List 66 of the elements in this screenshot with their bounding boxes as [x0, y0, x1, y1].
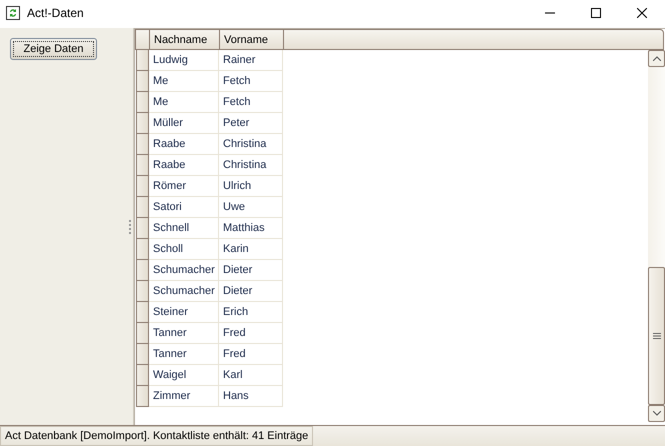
table-cell: Schumacher	[149, 260, 219, 281]
window-title: Act!-Daten	[27, 6, 85, 20]
scroll-down-button[interactable]	[648, 405, 665, 422]
table-cell: Ulrich	[219, 176, 283, 197]
row-header[interactable]	[136, 386, 149, 407]
row-header[interactable]	[136, 155, 149, 176]
row-header[interactable]	[136, 50, 149, 71]
row-header[interactable]	[136, 365, 149, 386]
table-cell: Tanner	[149, 344, 219, 365]
row-header[interactable]	[136, 176, 149, 197]
table-cell: Zimmer	[149, 386, 219, 407]
table-cell: Fetch	[219, 92, 283, 113]
table-cell: Me	[149, 92, 219, 113]
table-cell: Dieter	[219, 260, 283, 281]
table-cell: Rainer	[219, 50, 283, 71]
row-header[interactable]	[136, 260, 149, 281]
table-cell: Uwe	[219, 197, 283, 218]
table-cell: Peter	[219, 113, 283, 134]
table-cell: Tanner	[149, 323, 219, 344]
table-cell: Fred	[219, 323, 283, 344]
caret-up-icon	[652, 56, 660, 61]
table-cell: Schnell	[149, 218, 219, 239]
row-header[interactable]	[136, 71, 149, 92]
status-text: Act Datenbank [DemoImport]. Kontaktliste enthält: 41 Einträge	[0, 426, 314, 446]
table-cell: Hans	[219, 386, 283, 407]
maximize-icon	[591, 8, 601, 18]
table-cell: Raabe	[149, 134, 219, 155]
row-header[interactable]	[136, 197, 149, 218]
column-header[interactable]: Nachname	[150, 30, 220, 49]
table-cell: Karl	[219, 365, 283, 386]
column-header[interactable]: Vorname	[220, 30, 284, 49]
table-cell: Karin	[219, 239, 283, 260]
table-cell: Schumacher	[149, 281, 219, 302]
table-cell: Scholl	[149, 239, 219, 260]
table-cell: Christina	[219, 134, 283, 155]
row-header[interactable]	[136, 302, 149, 323]
table-cell: Fred	[219, 344, 283, 365]
table-cell: Erich	[219, 302, 283, 323]
table-cell: Satori	[149, 197, 219, 218]
table-cell: Waigel	[149, 365, 219, 386]
table-cell: Steiner	[149, 302, 219, 323]
row-header[interactable]	[136, 344, 149, 365]
table-cell: Matthias	[219, 218, 283, 239]
row-header[interactable]	[136, 239, 149, 260]
table-cell: Me	[149, 71, 219, 92]
table-cell: Fetch	[219, 71, 283, 92]
grip-icon	[652, 333, 660, 339]
row-header[interactable]	[136, 134, 149, 155]
show-data-button[interactable]: Zeige Daten	[10, 38, 97, 60]
caret-down-icon	[652, 411, 660, 416]
table-cell: Dieter	[219, 281, 283, 302]
scroll-thumb[interactable]	[648, 267, 665, 405]
row-header[interactable]	[136, 113, 149, 134]
table-cell: Christina	[219, 155, 283, 176]
row-header[interactable]	[136, 92, 149, 113]
close-icon	[637, 8, 647, 18]
table-cell: Müller	[149, 113, 219, 134]
row-header[interactable]	[136, 323, 149, 344]
row-header[interactable]	[136, 218, 149, 239]
row-header[interactable]	[136, 281, 149, 302]
table-cell: Ludwig	[149, 50, 219, 71]
table-cell: Römer	[149, 176, 219, 197]
app-icon	[6, 6, 20, 20]
scroll-up-button[interactable]	[648, 50, 665, 67]
scrollbar[interactable]	[648, 50, 665, 422]
table-cell: Raabe	[149, 155, 219, 176]
